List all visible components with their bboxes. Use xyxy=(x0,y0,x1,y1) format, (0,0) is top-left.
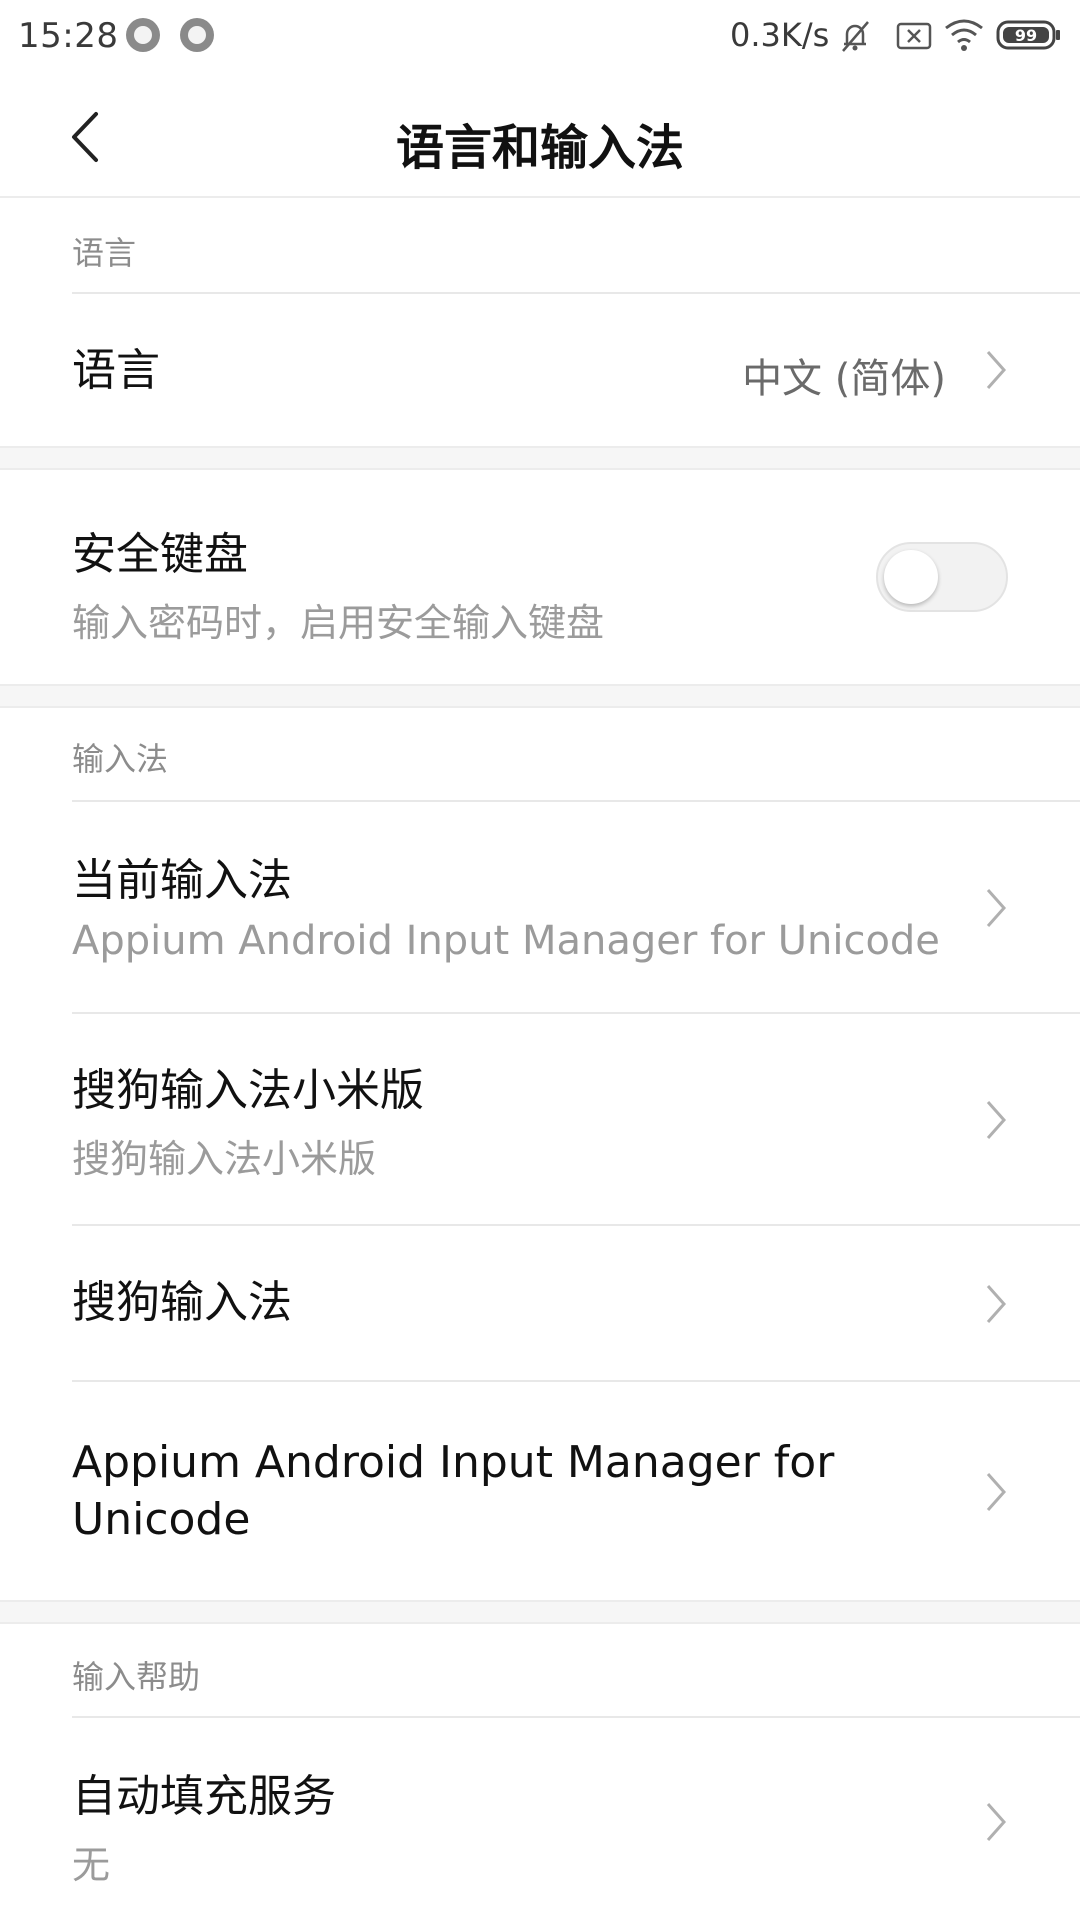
battery-icon: 99 xyxy=(996,20,1062,54)
toggle-knob xyxy=(884,550,938,604)
chevron-right-icon xyxy=(986,1101,1007,1139)
language-row[interactable]: 语言 中文 (简体) xyxy=(0,294,1080,446)
input-method-subtitle: 搜狗输入法小米版 xyxy=(72,1137,377,1181)
language-value: 中文 (简体) xyxy=(742,356,946,402)
header-bar: 语言和输入法 xyxy=(0,74,1080,198)
network-speed: 0.3K/s xyxy=(730,16,830,54)
chevron-right-icon xyxy=(986,1473,1007,1511)
input-method-row[interactable]: Appium Android Input Manager for Unicode xyxy=(0,1382,1080,1600)
autofill-service-subtitle: 无 xyxy=(72,1843,111,1887)
mute-bell-icon xyxy=(838,18,872,58)
input-method-title: 搜狗输入法 xyxy=(72,1277,292,1328)
section-title-language: 语言 xyxy=(72,234,137,272)
current-input-method-subtitle: Appium Android Input Manager for Unicode xyxy=(72,918,940,964)
chevron-right-icon xyxy=(986,889,1007,927)
chevron-right-icon xyxy=(986,1803,1007,1841)
input-method-row[interactable]: 搜狗输入法小米版 搜狗输入法小米版 xyxy=(0,1014,1080,1224)
autofill-service-title: 自动填充服务 xyxy=(72,1771,336,1822)
input-method-row[interactable]: 搜狗输入法 xyxy=(0,1226,1080,1380)
secure-keyboard-title: 安全键盘 xyxy=(72,529,248,580)
section-gap xyxy=(0,446,1080,470)
chevron-right-icon xyxy=(986,1285,1007,1323)
language-label: 语言 xyxy=(72,345,160,396)
current-input-method-row[interactable]: 当前输入法 Appium Android Input Manager for U… xyxy=(0,802,1080,1012)
autofill-service-row[interactable]: 自动填充服务 无 xyxy=(0,1718,1080,1920)
chevron-right-icon xyxy=(986,351,1007,389)
status-time: 15:28 xyxy=(18,16,119,56)
notification-dot-icon xyxy=(126,18,160,52)
wifi-icon xyxy=(944,18,984,56)
battery-level: 99 xyxy=(1015,26,1037,45)
current-input-method-title: 当前输入法 xyxy=(72,855,292,906)
secure-keyboard-toggle[interactable] xyxy=(876,542,1008,612)
section-title-input-methods: 输入法 xyxy=(72,740,169,778)
notification-dot-icon xyxy=(180,18,214,52)
secure-keyboard-row[interactable]: 安全键盘 输入密码时，启用安全输入键盘 xyxy=(0,470,1080,684)
section-title-input-help: 输入帮助 xyxy=(72,1658,201,1696)
input-method-title: Appium Android Input Manager for Unicode xyxy=(72,1437,835,1546)
secure-keyboard-subtitle: 输入密码时，启用安全输入键盘 xyxy=(72,601,605,645)
page-title: 语言和输入法 xyxy=(395,120,684,176)
section-gap xyxy=(0,1600,1080,1624)
sim-off-icon xyxy=(896,18,932,56)
input-method-title: 搜狗输入法小米版 xyxy=(72,1065,424,1116)
status-bar: 15:28 0.3K/s 99 xyxy=(0,0,1080,74)
section-gap xyxy=(0,684,1080,708)
